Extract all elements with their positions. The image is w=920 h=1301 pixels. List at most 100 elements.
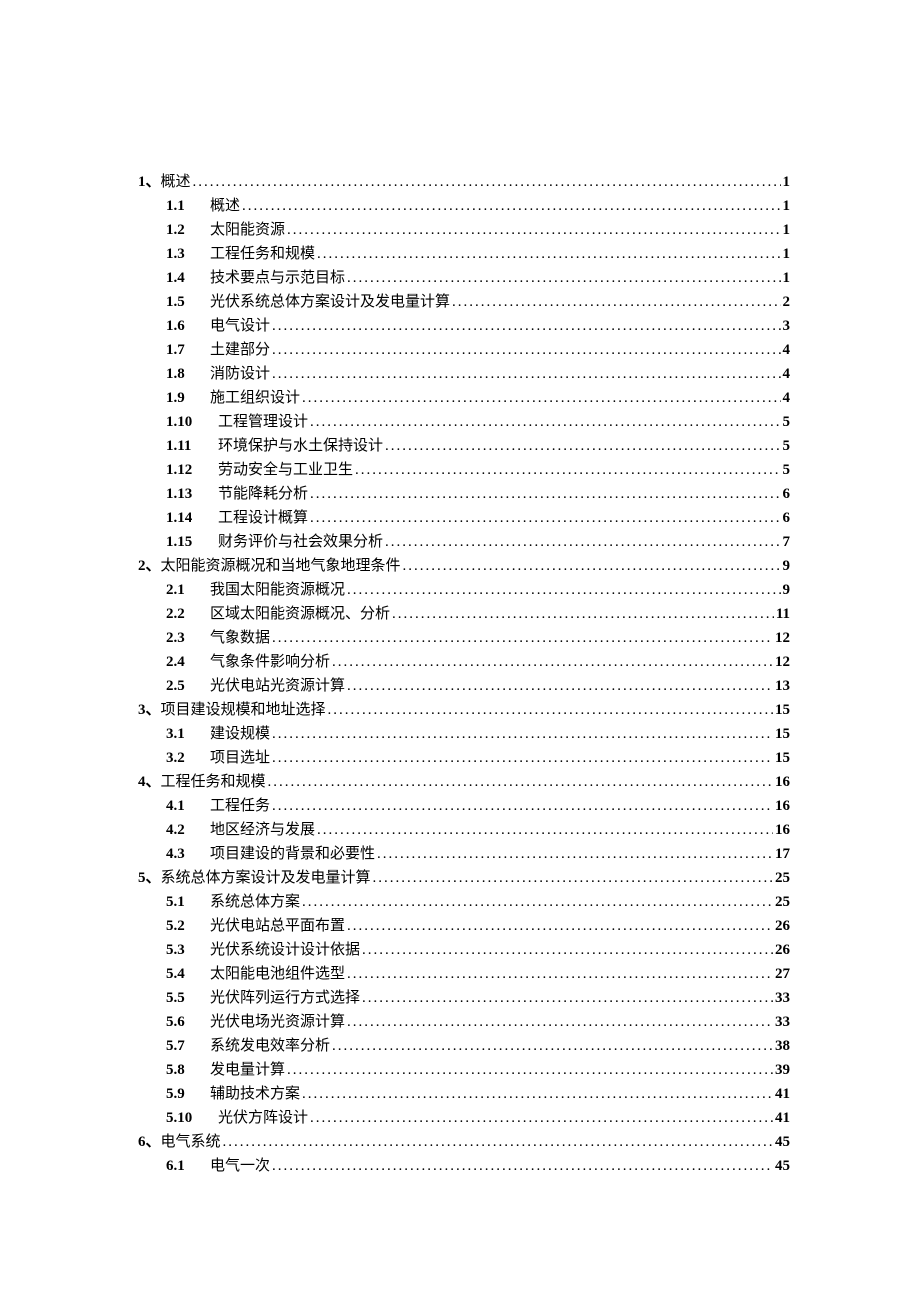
toc-entry-page: 25 <box>775 866 790 890</box>
toc-entry-page: 6 <box>783 506 791 530</box>
toc-leader-dots: ........................................… <box>317 242 780 266</box>
toc-entry-number: 2.4 <box>166 650 204 674</box>
toc-entry-number: 2.3 <box>166 626 204 650</box>
toc-entry-page: 3 <box>783 314 791 338</box>
toc-entry-title: 土建部分 <box>210 338 270 362</box>
toc-entry: 4、工程任务和规模...............................… <box>138 770 790 794</box>
toc-entry: 1.9施工组织设计...............................… <box>166 386 790 410</box>
toc-leader-dots: ........................................… <box>362 938 773 962</box>
toc-leader-dots: ........................................… <box>310 410 780 434</box>
toc-entry: 1.5光伏系统总体方案设计及发电量计算.....................… <box>166 290 790 314</box>
toc-entry-number: 1.12 <box>166 458 212 482</box>
toc-leader-dots: ........................................… <box>223 1130 773 1154</box>
toc-entry-title: 太阳能资源概况和当地气象地理条件 <box>161 554 401 578</box>
toc-entry-page: 12 <box>775 626 790 650</box>
toc-entry-number: 5.7 <box>166 1034 204 1058</box>
toc-leader-dots: ........................................… <box>347 914 773 938</box>
toc-entry: 5.5光伏阵列运行方式选择...........................… <box>166 986 790 1010</box>
toc-entry-page: 5 <box>783 458 791 482</box>
toc-entry: 1.2太阳能资源................................… <box>166 218 790 242</box>
toc-entry-number: 5.6 <box>166 1010 204 1034</box>
toc-entry: 5.1系统总体方案...............................… <box>166 890 790 914</box>
toc-entry: 1.3工程任务和规模..............................… <box>166 242 790 266</box>
toc-leader-dots: ........................................… <box>242 194 780 218</box>
toc-leader-dots: ........................................… <box>362 986 773 1010</box>
toc-entry: 1.11环境保护与水土保持设计.........................… <box>166 434 790 458</box>
toc-leader-dots: ........................................… <box>272 722 773 746</box>
toc-entry-page: 39 <box>775 1058 790 1082</box>
toc-entry-number: 5.3 <box>166 938 204 962</box>
toc-entry-number: 6、 <box>138 1130 161 1154</box>
toc-entry-title: 节能降耗分析 <box>218 482 308 506</box>
toc-entry: 5.10光伏方阵设计..............................… <box>166 1106 790 1130</box>
toc-entry: 5.3光伏系统设计设计依据...........................… <box>166 938 790 962</box>
toc-entry-title: 区域太阳能资源概况、分析 <box>210 602 390 626</box>
toc-entry-page: 15 <box>775 698 790 722</box>
toc-entry: 2.4气象条件影响分析.............................… <box>166 650 790 674</box>
toc-entry-number: 2.1 <box>166 578 204 602</box>
toc-entry-number: 4、 <box>138 770 161 794</box>
toc-entry-title: 工程任务和规模 <box>161 770 266 794</box>
toc-entry: 4.2地区经济与发展..............................… <box>166 818 790 842</box>
toc-entry-number: 4.2 <box>166 818 204 842</box>
toc-entry-title: 工程任务和规模 <box>210 242 315 266</box>
toc-entry-number: 5.10 <box>166 1106 212 1130</box>
toc-leader-dots: ........................................… <box>332 650 773 674</box>
toc-entry-title: 电气一次 <box>210 1154 270 1178</box>
toc-leader-dots: ........................................… <box>310 482 780 506</box>
toc-entry-number: 1.7 <box>166 338 204 362</box>
toc-entry-page: 26 <box>775 914 790 938</box>
toc-entry-title: 系统发电效率分析 <box>210 1034 330 1058</box>
toc-leader-dots: ........................................… <box>347 578 780 602</box>
toc-entry-page: 9 <box>783 554 791 578</box>
toc-leader-dots: ........................................… <box>302 1082 773 1106</box>
toc-entry: 1.4技术要点与示范目标............................… <box>166 266 790 290</box>
toc-entry: 3.2项目选址.................................… <box>166 746 790 770</box>
toc-entry-title: 光伏系统设计设计依据 <box>210 938 360 962</box>
toc-entry-page: 5 <box>783 410 791 434</box>
toc-entry-page: 25 <box>775 890 790 914</box>
toc-leader-dots: ........................................… <box>377 842 773 866</box>
toc-entry-number: 1.8 <box>166 362 204 386</box>
toc-entry-number: 1.6 <box>166 314 204 338</box>
toc-entry: 1.6电气设计.................................… <box>166 314 790 338</box>
toc-entry-title: 电气系统 <box>161 1130 221 1154</box>
toc-leader-dots: ........................................… <box>287 1058 773 1082</box>
toc-leader-dots: ........................................… <box>355 458 780 482</box>
toc-entry-number: 5.5 <box>166 986 204 1010</box>
toc-entry-title: 项目建设规模和地址选择 <box>161 698 326 722</box>
toc-entry: 6.1电气一次.................................… <box>166 1154 790 1178</box>
toc-entry-title: 系统总体方案 <box>210 890 300 914</box>
toc-entry-page: 16 <box>775 818 790 842</box>
toc-entry-number: 1.5 <box>166 290 204 314</box>
toc-leader-dots: ........................................… <box>452 290 780 314</box>
toc-entry-number: 2.2 <box>166 602 204 626</box>
toc-entry-title: 气象条件影响分析 <box>210 650 330 674</box>
toc-entry-page: 33 <box>775 986 790 1010</box>
toc-entry-title: 光伏电场光资源计算 <box>210 1010 345 1034</box>
toc-entry-number: 1.15 <box>166 530 212 554</box>
toc-entry-title: 项目选址 <box>210 746 270 770</box>
toc-entry-number: 3、 <box>138 698 161 722</box>
toc-entry: 1.15财务评价与社会效果分析.........................… <box>166 530 790 554</box>
toc-entry-number: 6.1 <box>166 1154 204 1178</box>
toc-entry-page: 16 <box>775 770 790 794</box>
toc-entry-title: 工程管理设计 <box>218 410 308 434</box>
toc-entry-title: 气象数据 <box>210 626 270 650</box>
toc-entry-number: 5.8 <box>166 1058 204 1082</box>
toc-entry-number: 1.11 <box>166 434 212 458</box>
toc-leader-dots: ........................................… <box>287 218 780 242</box>
toc-entry-page: 1 <box>783 242 791 266</box>
toc-entry-page: 45 <box>775 1130 790 1154</box>
toc-leader-dots: ........................................… <box>272 626 773 650</box>
toc-entry-page: 26 <box>775 938 790 962</box>
toc-entry-page: 16 <box>775 794 790 818</box>
toc-entry-page: 11 <box>776 602 790 626</box>
toc-entry-title: 财务评价与社会效果分析 <box>218 530 383 554</box>
toc-entry-page: 15 <box>775 722 790 746</box>
toc-entry-number: 5.1 <box>166 890 204 914</box>
toc-leader-dots: ........................................… <box>302 890 773 914</box>
toc-leader-dots: ........................................… <box>347 1010 773 1034</box>
toc-entry-title: 消防设计 <box>210 362 270 386</box>
toc-entry-page: 17 <box>775 842 790 866</box>
